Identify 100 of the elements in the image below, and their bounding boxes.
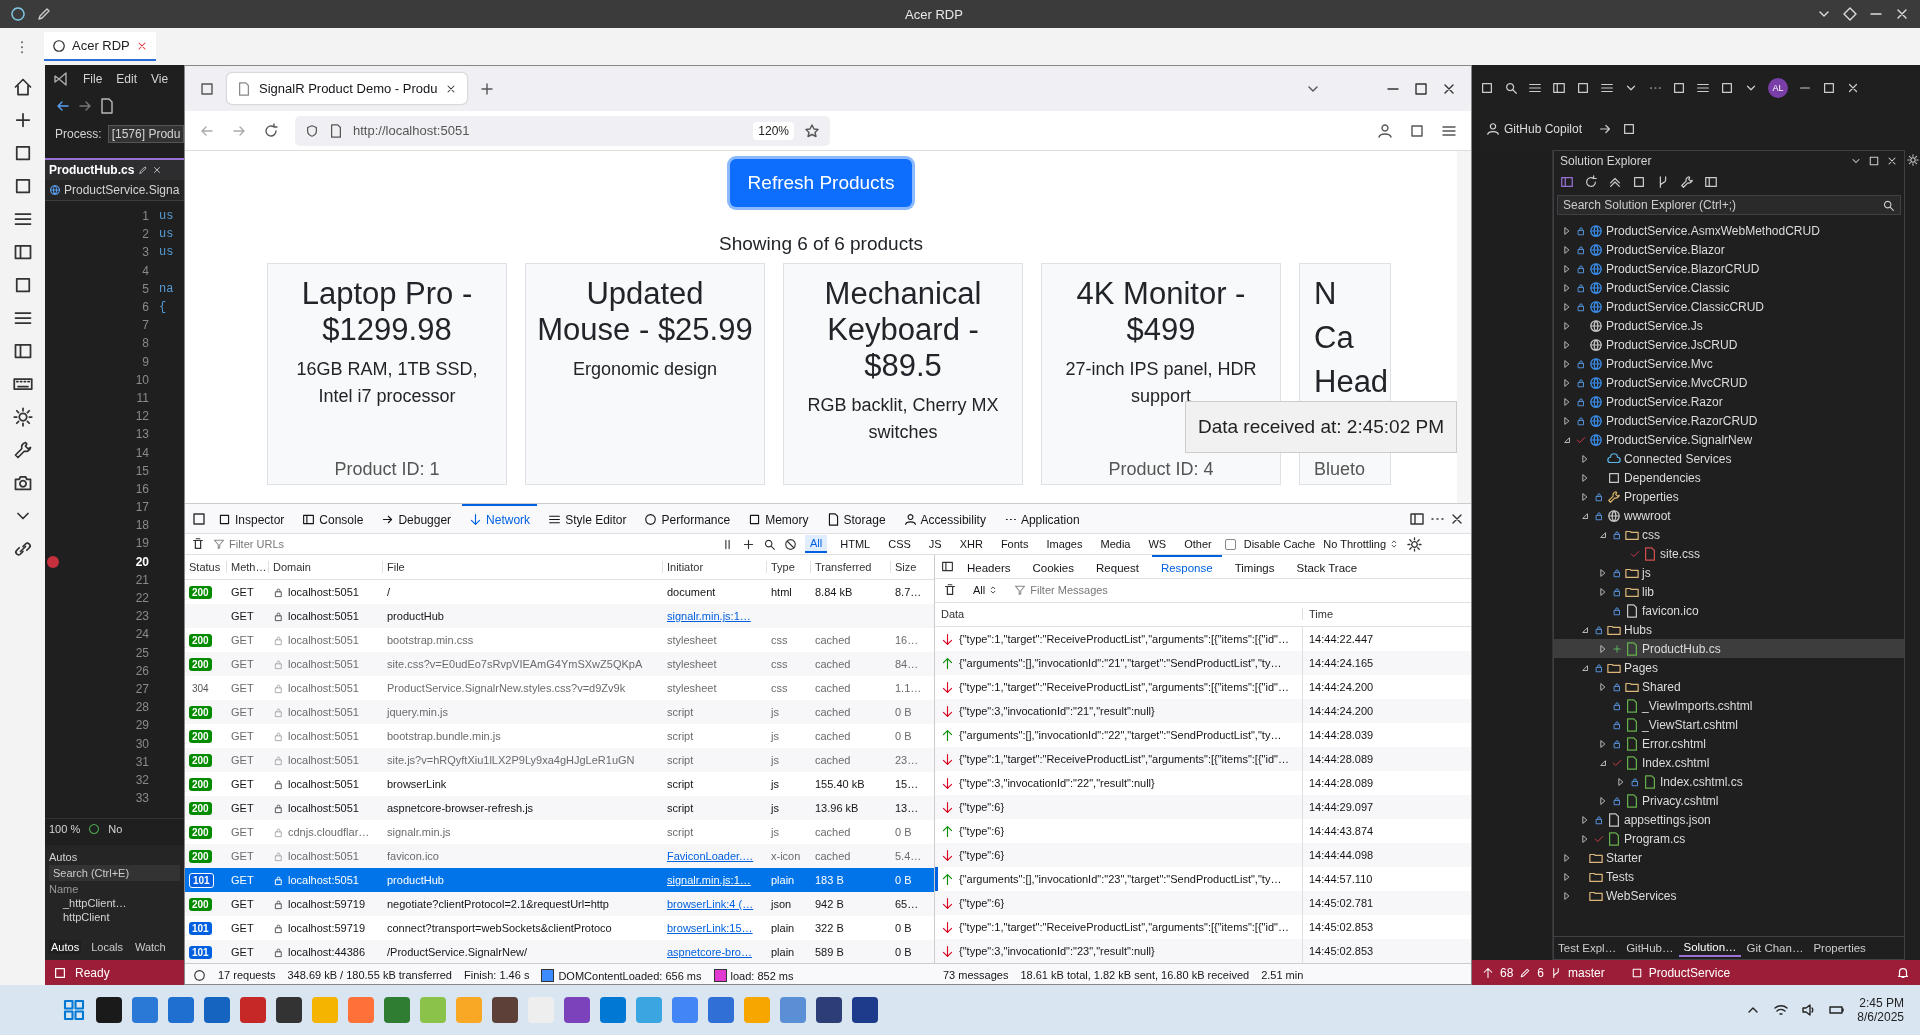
layout-icon[interactable] — [12, 242, 33, 262]
expanded-triangle-icon[interactable] — [1598, 529, 1608, 540]
search-field[interactable]: Search Solution Explorer (Ctrl+;) — [1557, 195, 1901, 215]
filter-field[interactable]: Filter URLs — [213, 538, 713, 550]
collapsed-triangle-icon[interactable] — [1598, 681, 1608, 692]
collapsed-triangle-icon[interactable] — [1562, 282, 1572, 293]
collapsed-triangle-icon[interactable] — [1562, 396, 1572, 407]
restore-icon[interactable] — [1822, 80, 1836, 95]
request-row[interactable]: 200 GET localhost:5051 site.css?v=E0udEo7sRvpVIEAmG4YmSXwZ5QKpA stylesheet css cached 84… — [185, 652, 934, 676]
panel-tab[interactable]: Watch — [132, 940, 168, 954]
request-row[interactable]: 200 GET cdnjs.cloudflar… signalr.min.js script js cached 0 B — [185, 820, 934, 844]
column-header[interactable]: Time — [1303, 608, 1471, 621]
request-row[interactable]: 101 GET localhost:59719 connect?transport=webSockets&clientProtoco browserLink:15… plain 322 B 0 B — [185, 916, 934, 940]
request-row[interactable]: 200 GET localhost:5051 aspnetcore-browser-refresh.js script js 13.96 kB 13… — [185, 796, 934, 820]
collapsed-triangle-icon[interactable] — [1562, 871, 1572, 882]
toolbar-icon[interactable] — [1672, 80, 1686, 95]
document-tab[interactable]: ProductHub.cs — [45, 158, 184, 180]
dock-icon[interactable] — [1409, 510, 1425, 527]
collapsed-triangle-icon[interactable] — [1562, 415, 1572, 426]
initiator-link[interactable]: browserLink:15… — [667, 922, 753, 934]
tree-item[interactable]: css — [1554, 525, 1904, 544]
initiator-link[interactable]: signalr.min.js:1… — [667, 874, 751, 886]
toolbar-icon[interactable] — [1552, 80, 1566, 95]
block-icon[interactable] — [784, 537, 797, 551]
collapsed-triangle-icon[interactable] — [1562, 263, 1572, 274]
user-avatar[interactable]: AL — [1768, 77, 1788, 98]
tree-item[interactable]: Program.cs — [1554, 829, 1904, 848]
toolbar-icon[interactable] — [1480, 80, 1494, 95]
toolbar-icon[interactable] — [1504, 80, 1518, 95]
detail-tab[interactable]: Cookies — [1023, 555, 1084, 578]
tree-item[interactable]: ProductService.Classic — [1554, 278, 1904, 297]
collapsed-triangle-icon[interactable] — [1598, 738, 1608, 749]
type-filter[interactable]: Images — [1041, 536, 1088, 552]
initiator-link[interactable]: signalr.min.js:1… — [667, 610, 751, 622]
tree-item[interactable]: ProductService.BlazorCRUD — [1554, 259, 1904, 278]
tree-item[interactable]: js — [1554, 563, 1904, 582]
devtools-tab[interactable]: Style Editor — [541, 504, 634, 533]
tree-item[interactable]: ProductService.Mvc — [1554, 354, 1904, 373]
account-icon[interactable] — [1377, 122, 1393, 139]
message-type-dropdown[interactable]: All — [967, 583, 1005, 598]
tree-item[interactable]: ProductService.JsCRUD — [1554, 335, 1904, 354]
collapsed-triangle-icon[interactable] — [1580, 814, 1590, 825]
tree-item[interactable]: appsettings.json — [1554, 810, 1904, 829]
tree-item[interactable]: Properties — [1554, 487, 1904, 506]
copilot-button[interactable]: GitHub Copilot — [1480, 121, 1589, 138]
expanded-triangle-icon[interactable] — [1562, 434, 1572, 445]
search-icon[interactable] — [763, 537, 776, 551]
zoom-level[interactable]: 100 % — [49, 823, 81, 835]
collapsed-triangle-icon[interactable] — [1562, 852, 1572, 863]
collapsed-triangle-icon[interactable] — [1562, 339, 1572, 350]
column-header[interactable]: Domain — [269, 561, 383, 573]
collapsed-triangle-icon[interactable] — [1562, 244, 1572, 255]
devtools-tab[interactable]: Application — [996, 504, 1087, 533]
tree-item[interactable]: _ViewImports.cshtml — [1554, 696, 1904, 715]
column-header[interactable]: Size — [891, 561, 934, 573]
expanded-triangle-icon[interactable] — [1580, 662, 1590, 673]
devtools-tab[interactable]: Memory — [741, 504, 816, 533]
camera-icon[interactable] — [12, 473, 33, 493]
tree-item[interactable]: Index.cshtml.cs — [1554, 772, 1904, 791]
status-count[interactable]: 6 — [1537, 965, 1545, 980]
throttling-dropdown[interactable]: No Throttling — [1323, 538, 1400, 550]
status-count[interactable]: 68 — [1500, 965, 1514, 980]
tree-item[interactable]: Error.cshtml — [1554, 734, 1904, 753]
expanded-triangle-icon[interactable] — [1580, 624, 1590, 635]
request-row[interactable]: 200 GET localhost:5051 / document html 8.84 kB 8.7… — [185, 580, 934, 604]
history-icon[interactable] — [1584, 175, 1598, 189]
tree-item[interactable]: ProductService.AsmxWebMethodCRUD — [1554, 221, 1904, 240]
browser-tab[interactable]: SignalR Product Demo - Produ — [227, 73, 468, 104]
menu-item[interactable]: Edit — [116, 71, 138, 86]
scope-dropdown[interactable]: ProductService.Signa — [45, 180, 184, 201]
diamond-icon[interactable] — [1842, 6, 1858, 22]
wrench-icon[interactable] — [12, 440, 33, 460]
process-dropdown[interactable]: [1576] Produ — [107, 125, 184, 143]
tree-item[interactable]: Hubs — [1554, 620, 1904, 639]
tree-item[interactable]: ProductService.SignalrNew — [1554, 430, 1904, 449]
maximize-icon[interactable] — [1413, 80, 1429, 97]
request-row[interactable]: 200 GET localhost:59719 negotiate?clientProtocol=2.1&requestUrl=http browserLink:4 (… json 942 B 65… — [185, 892, 934, 916]
message-row[interactable]: {"type":3,"invocationId":"21","result":null} 14:44:24.200 — [935, 699, 1471, 723]
panel-tab[interactable]: Git Chan… — [1742, 940, 1808, 956]
tree-item[interactable]: WebServices — [1554, 886, 1904, 905]
file-icon[interactable] — [99, 98, 115, 114]
trash-icon[interactable] — [191, 537, 205, 551]
gear-icon[interactable] — [12, 407, 33, 427]
panel-tab[interactable]: Test Expl… — [1554, 940, 1621, 956]
type-filter[interactable]: All — [805, 535, 828, 553]
menu-item[interactable]: Vie — [151, 71, 169, 86]
tree-item[interactable]: Starter — [1554, 848, 1904, 867]
collapsed-triangle-icon[interactable] — [1562, 301, 1572, 312]
collapsed-triangle-icon[interactable] — [1598, 567, 1608, 578]
session-tab[interactable]: Acer RDP — [44, 32, 156, 61]
collapsed-triangle-icon[interactable] — [1562, 377, 1572, 388]
message-row[interactable]: {"arguments":[],"invocationId":"21","target":"SendProductList","ty… 14:44:24.165 — [935, 651, 1471, 675]
tree-item[interactable]: ProductService.Razor — [1554, 392, 1904, 411]
filter-field[interactable]: Filter Messages — [1014, 584, 1108, 597]
tree-item[interactable]: ProductService.Blazor — [1554, 240, 1904, 259]
tree-item[interactable]: ProductService.Js — [1554, 316, 1904, 335]
expanded-triangle-icon[interactable] — [1580, 510, 1590, 521]
type-filter[interactable]: Fonts — [995, 536, 1034, 552]
tree-item[interactable]: Connected Services — [1554, 449, 1904, 468]
message-row[interactable]: {"type":1,"target":"ReceiveProductList","arguments":[{"items":[{"id"… 14:44:28.089 — [935, 747, 1471, 771]
